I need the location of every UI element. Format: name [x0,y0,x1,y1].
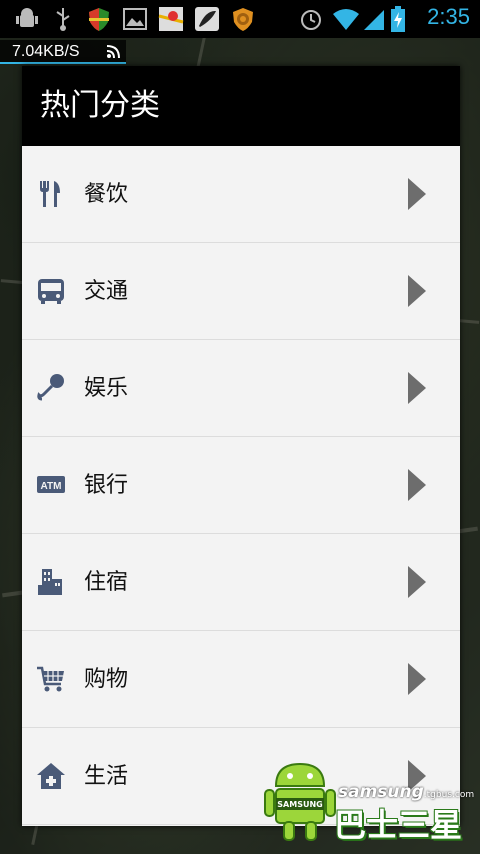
image-icon [123,8,147,30]
svg-text:ATM: ATM [41,481,62,492]
android-robot-icon: SAMSUNG [264,762,336,841]
android-debug-icon [16,8,38,27]
usb-icon [56,8,70,31]
list-item-label: 银行 [84,473,129,498]
alarm-icon [301,10,321,30]
microphone-icon [37,374,64,401]
status-bar: 2:35 [0,0,480,38]
network-speed-value: 7.04KB/S [12,43,80,60]
list-item-transport[interactable]: 交通 [22,243,460,340]
watermark-brand: samsung.tgbus.com [338,782,475,802]
watermark: SAMSUNG samsung.tgbus.com 巴士三星 [262,756,475,846]
maps-icon [158,7,184,31]
clock: 2:35 [427,4,470,29]
signal-icon [364,10,384,30]
list-item-label: 餐饮 [84,182,129,207]
battery-charging-icon [391,6,405,32]
bus-icon [38,279,64,304]
list-item-label: 娱乐 [84,376,129,401]
house-plus-icon [37,763,65,789]
watermark-title: 巴士三星 [334,806,463,844]
network-speed-indicator: 7.04KB/S [0,40,126,64]
rss-icon [106,45,120,59]
chevron-right-icon [408,469,426,501]
list-item-entertainment[interactable]: 娱乐 [22,340,460,437]
building-icon [38,569,62,595]
chevron-right-icon [408,566,426,598]
chevron-right-icon [408,178,426,210]
shopping-cart-icon [37,666,64,692]
list-item-dining[interactable]: 餐饮 [22,146,460,243]
category-list: 餐饮 交通 娱乐 ATM 银行 住宿 购物 生活 [22,146,460,825]
chevron-right-icon [408,372,426,404]
settings-icon [233,8,253,31]
list-item-label: 生活 [84,764,129,789]
list-item-bank[interactable]: ATM 银行 [22,437,460,534]
chevron-right-icon [408,663,426,695]
wifi-icon [333,9,359,30]
list-item-label: 交通 [84,279,129,304]
fork-knife-icon [40,181,60,207]
feather-icon [195,7,219,31]
list-item-label: 住宿 [84,570,129,595]
list-item-shopping[interactable]: 购物 [22,631,460,728]
list-item-label: 购物 [84,667,129,692]
atm-icon: ATM [37,476,65,493]
svg-text:SAMSUNG: SAMSUNG [277,800,322,809]
dialog-title: 热门分类 [22,66,460,146]
chevron-right-icon [408,275,426,307]
shield-icon [89,8,109,31]
list-item-lodging[interactable]: 住宿 [22,534,460,631]
category-dialog: 热门分类 餐饮 交通 娱乐 ATM 银行 住宿 购物 生活 [22,66,460,826]
